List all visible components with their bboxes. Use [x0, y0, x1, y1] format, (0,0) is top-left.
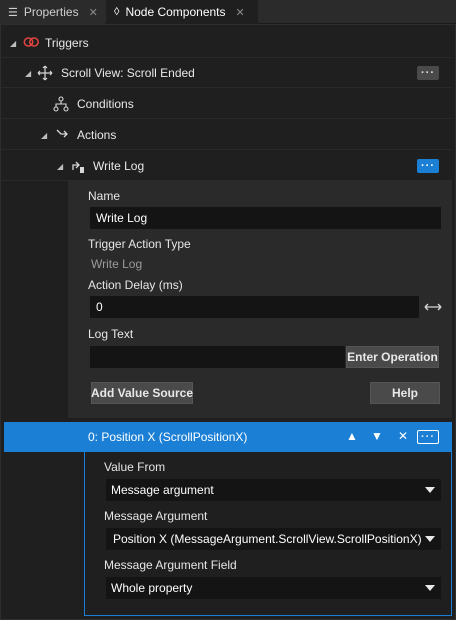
tab-node-components[interactable]: ◊ Node Components ✕ — [106, 0, 258, 24]
tab-properties-label: Properties — [23, 5, 79, 19]
close-icon[interactable]: ✕ — [398, 429, 408, 443]
message-argument-dropdown[interactable]: Position X (MessageArgument.ScrollView.S… — [106, 528, 441, 550]
value-source-header[interactable]: 0: Position X (ScrollPositionX) ▲ ▼ ✕ ··… — [4, 422, 452, 452]
enter-operation-button[interactable]: Enter Operation — [346, 346, 439, 368]
log-text-label: Log Text — [88, 327, 134, 341]
tree-label-write-log: Write Log — [93, 159, 145, 173]
message-argument-field-label: Message Argument Field — [104, 558, 237, 572]
trigger-action-type-value: Write Log — [91, 257, 143, 271]
trigger-icon — [23, 37, 39, 47]
actions-arrow-icon — [56, 129, 68, 138]
more-options-button[interactable]: ··· — [417, 66, 439, 80]
action-delay-field[interactable]: 0 — [90, 296, 419, 318]
message-argument-label: Message Argument — [104, 509, 208, 523]
action-delay-label: Action Delay (ms) — [88, 278, 183, 292]
close-icon[interactable]: ✕ — [89, 6, 98, 19]
drag-value-arrows-icon[interactable] — [424, 302, 442, 312]
log-text-field[interactable] — [90, 346, 345, 368]
collapse-triangle-icon[interactable]: ◢ — [25, 69, 31, 78]
tree-label-conditions: Conditions — [77, 97, 134, 111]
name-field[interactable]: Write Log — [90, 207, 441, 229]
message-argument-field-selected: Whole property — [111, 581, 193, 595]
tab-properties[interactable]: ☰ Properties ✕ — [0, 0, 105, 24]
tab-node-components-label: Node Components — [125, 5, 226, 19]
move-down-icon[interactable]: ▼ — [371, 429, 383, 443]
value-source-title: 0: Position X (ScrollPositionX) — [88, 430, 248, 444]
tree-label-actions: Actions — [77, 128, 117, 142]
move-arrows-icon — [37, 65, 53, 81]
message-argument-selected: Position X (MessageArgument.ScrollView.S… — [113, 532, 422, 546]
list-icon: ☰ — [8, 6, 18, 19]
collapse-triangle-icon[interactable]: ◢ — [10, 39, 16, 48]
tree-label-trigger-item: Scroll View: Scroll Ended — [61, 66, 195, 80]
conditions-icon — [53, 96, 69, 112]
chevron-down-icon — [425, 487, 435, 493]
message-argument-field-dropdown[interactable]: Whole property — [106, 577, 441, 599]
collapse-triangle-icon[interactable]: ◢ — [57, 162, 63, 171]
trigger-action-type-label: Trigger Action Type — [88, 237, 191, 251]
tree-label-triggers: Triggers — [45, 36, 89, 50]
collapse-triangle-icon[interactable]: ◢ — [41, 131, 47, 140]
tree-item-write-log[interactable]: ◢ Write Log ··· — [0, 151, 452, 181]
chevron-down-icon — [425, 585, 435, 591]
add-value-source-button[interactable]: Add Value Source — [91, 382, 193, 404]
more-options-button[interactable]: ··· — [417, 159, 439, 173]
tree-item-conditions[interactable]: Conditions — [0, 89, 452, 119]
tab-bar: ☰ Properties ✕ ◊ Node Components ✕ — [0, 0, 456, 24]
value-from-dropdown[interactable]: Message argument — [106, 479, 441, 501]
name-label: Name — [88, 189, 121, 203]
value-from-selected: Message argument — [111, 483, 214, 497]
value-from-label: Value From — [104, 460, 166, 474]
tree-item-actions[interactable]: ◢ Actions — [0, 120, 452, 150]
write-log-icon — [72, 161, 84, 173]
chevron-down-icon — [425, 536, 435, 542]
move-up-icon[interactable]: ▲ — [346, 429, 358, 443]
tree-item-scroll-ended[interactable]: ◢ Scroll View: Scroll Ended ··· — [0, 58, 452, 88]
more-options-button[interactable]: ··· — [417, 430, 439, 444]
node-components-icon: ◊ — [114, 6, 120, 18]
tree-item-triggers[interactable]: ◢ Triggers — [0, 28, 452, 58]
close-icon[interactable]: ✕ — [236, 6, 245, 19]
help-button[interactable]: Help — [370, 382, 440, 404]
